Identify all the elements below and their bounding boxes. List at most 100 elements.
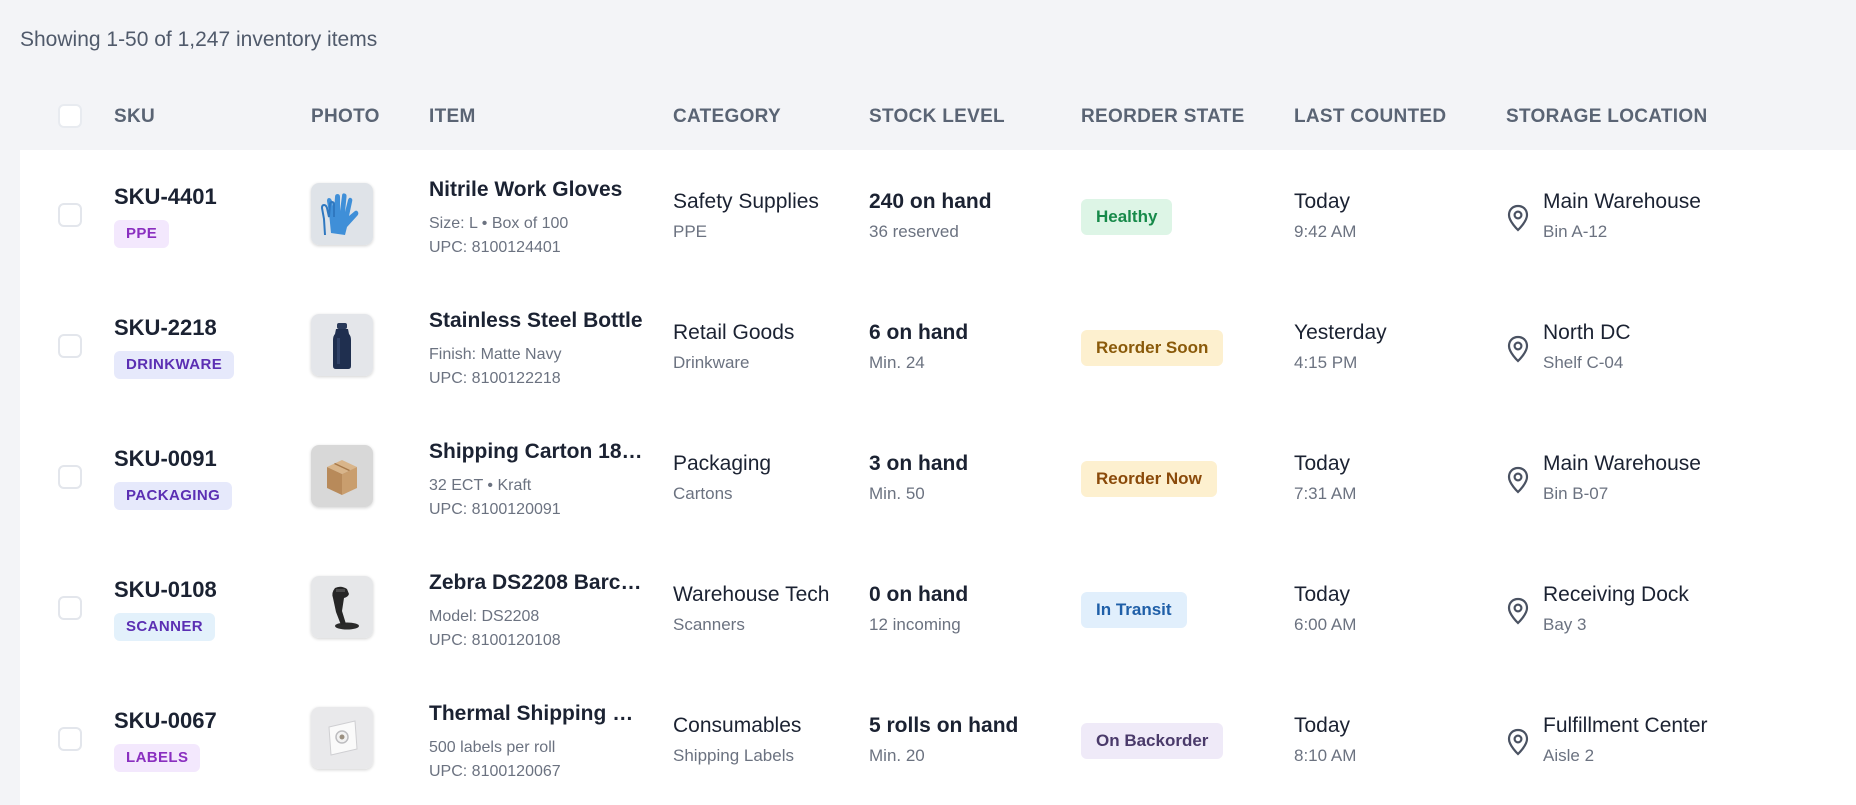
last-counted-day: Today bbox=[1294, 714, 1351, 737]
stock-on-hand: 0 on hand bbox=[869, 583, 969, 606]
last-counted-time: 9:42 AM bbox=[1294, 222, 1357, 241]
item-upc: UPC: 8100120091 bbox=[429, 501, 561, 518]
reorder-state-badge: On Backorder bbox=[1081, 723, 1224, 759]
storage-bin: Bin A-12 bbox=[1543, 222, 1608, 241]
location-pin-icon bbox=[1507, 597, 1529, 625]
storage-location[interactable]: North DC bbox=[1543, 321, 1631, 345]
select-all-checkbox[interactable] bbox=[58, 104, 82, 128]
last-counted-time: 6:00 AM bbox=[1294, 615, 1357, 634]
subcategory-name: Scanners bbox=[673, 615, 745, 634]
sku-tag: DRINKWARE bbox=[114, 351, 235, 379]
item-name[interactable]: Thermal Shipping Labels bbox=[429, 702, 644, 726]
sku-tag: SCANNER bbox=[114, 613, 215, 641]
table-row[interactable]: SKU-0108 SCANNER Zebra DS2208 Barcode Sc… bbox=[20, 543, 1856, 674]
row-checkbox[interactable] bbox=[58, 727, 82, 751]
column-header-sku[interactable]: SKU bbox=[114, 106, 155, 128]
label-roll-icon[interactable] bbox=[311, 707, 373, 769]
subcategory-name: Drinkware bbox=[673, 353, 750, 372]
scanner-icon[interactable] bbox=[311, 576, 373, 638]
table-header: SKU PHOTO ITEM CATEGORY STOCK LEVEL REOR… bbox=[20, 84, 1856, 150]
subcategory-name: PPE bbox=[673, 222, 708, 241]
reorder-state-badge: Reorder Now bbox=[1081, 461, 1217, 497]
sku-code[interactable]: SKU-0091 bbox=[114, 446, 217, 472]
row-checkbox[interactable] bbox=[58, 596, 82, 620]
item-name[interactable]: Nitrile Work Gloves bbox=[429, 178, 644, 202]
item-name[interactable]: Shipping Carton 18 × 12 × 10 bbox=[429, 440, 644, 464]
last-counted-day: Today bbox=[1294, 452, 1351, 475]
last-counted-time: 8:10 AM bbox=[1294, 746, 1357, 765]
category-name: Safety Supplies bbox=[673, 190, 819, 213]
column-header-item[interactable]: ITEM bbox=[429, 106, 476, 128]
stock-on-hand: 5 rolls on hand bbox=[869, 714, 1019, 737]
sku-code[interactable]: SKU-4401 bbox=[114, 184, 217, 210]
category-name: Packaging bbox=[673, 452, 772, 475]
location-pin-icon bbox=[1507, 204, 1529, 232]
last-counted-time: 4:15 PM bbox=[1294, 353, 1358, 372]
box-icon[interactable] bbox=[311, 445, 373, 507]
stock-detail: 12 incoming bbox=[869, 615, 961, 634]
item-variant: Model: DS2208 bbox=[429, 608, 540, 625]
gloves-icon[interactable] bbox=[311, 183, 373, 245]
item-details: 32 ECT • Kraft UPC: 8100120091 bbox=[429, 474, 561, 522]
reorder-state-badge: In Transit bbox=[1081, 592, 1187, 628]
last-counted-time: 7:31 AM bbox=[1294, 484, 1357, 503]
sku-code[interactable]: SKU-2218 bbox=[114, 315, 217, 341]
column-header-reorder-state[interactable]: REORDER STATE bbox=[1081, 106, 1245, 128]
storage-bin: Bay 3 bbox=[1543, 615, 1587, 634]
sku-code[interactable]: SKU-0067 bbox=[114, 708, 217, 734]
location-pin-icon bbox=[1507, 728, 1529, 756]
item-variant: Size: L • Box of 100 bbox=[429, 215, 569, 232]
bottle-icon[interactable] bbox=[311, 314, 373, 376]
category-name: Warehouse Tech bbox=[673, 583, 830, 606]
stock-on-hand: 3 on hand bbox=[869, 452, 969, 475]
last-counted-day: Today bbox=[1294, 583, 1351, 606]
column-header-category[interactable]: CATEGORY bbox=[673, 106, 781, 128]
table-body: SKU-4401 PPE Nitrile Work Gloves Size: L… bbox=[20, 150, 1856, 805]
row-checkbox[interactable] bbox=[58, 334, 82, 358]
location-pin-icon bbox=[1507, 466, 1529, 494]
table-row[interactable]: SKU-0091 PACKAGING Shipping Carton 18 × … bbox=[20, 412, 1856, 543]
sku-tag: PACKAGING bbox=[114, 482, 233, 510]
storage-bin: Bin B-07 bbox=[1543, 484, 1609, 503]
subcategory-name: Shipping Labels bbox=[673, 746, 794, 765]
item-name[interactable]: Stainless Steel Bottle bbox=[429, 309, 644, 333]
location-pin-icon bbox=[1507, 335, 1529, 363]
storage-location[interactable]: Receiving Dock bbox=[1543, 583, 1689, 607]
row-checkbox[interactable] bbox=[58, 203, 82, 227]
item-upc: UPC: 8100120108 bbox=[429, 632, 561, 649]
sku-code[interactable]: SKU-0108 bbox=[114, 577, 217, 603]
storage-location[interactable]: Main Warehouse bbox=[1543, 452, 1701, 476]
category-name: Retail Goods bbox=[673, 321, 795, 344]
storage-location[interactable]: Main Warehouse bbox=[1543, 190, 1701, 214]
table-row[interactable]: SKU-4401 PPE Nitrile Work Gloves Size: L… bbox=[20, 150, 1856, 281]
table-row[interactable]: SKU-0067 LABELS Thermal Shipping Labels … bbox=[20, 674, 1856, 805]
column-header-storage-location[interactable]: STORAGE LOCATION bbox=[1506, 106, 1708, 128]
item-upc: UPC: 8100124401 bbox=[429, 239, 561, 256]
item-variant: 500 labels per roll bbox=[429, 739, 556, 756]
row-checkbox[interactable] bbox=[58, 465, 82, 489]
last-counted-day: Today bbox=[1294, 190, 1351, 213]
results-summary: Showing 1-50 of 1,247 inventory items bbox=[20, 28, 378, 51]
stock-detail: Min. 20 bbox=[869, 746, 925, 765]
stock-on-hand: 6 on hand bbox=[869, 321, 969, 344]
column-header-last-counted[interactable]: LAST COUNTED bbox=[1294, 106, 1446, 128]
item-details: Model: DS2208 UPC: 8100120108 bbox=[429, 605, 561, 653]
item-details: Size: L • Box of 100 UPC: 8100124401 bbox=[429, 212, 568, 260]
stock-on-hand: 240 on hand bbox=[869, 190, 992, 213]
item-name[interactable]: Zebra DS2208 Barcode Scanner bbox=[429, 571, 644, 595]
storage-location[interactable]: Fulfillment Center bbox=[1543, 714, 1708, 738]
subcategory-name: Cartons bbox=[673, 484, 733, 503]
item-details: 500 labels per roll UPC: 8100120067 bbox=[429, 736, 561, 784]
table-row[interactable]: SKU-2218 DRINKWARE Stainless Steel Bottl… bbox=[20, 281, 1856, 412]
item-details: Finish: Matte Navy UPC: 8100122218 bbox=[429, 343, 561, 391]
item-upc: UPC: 8100122218 bbox=[429, 370, 561, 387]
item-variant: 32 ECT • Kraft bbox=[429, 477, 532, 494]
reorder-state-badge: Reorder Soon bbox=[1081, 330, 1224, 366]
reorder-state-badge: Healthy bbox=[1081, 199, 1173, 235]
column-header-photo: PHOTO bbox=[311, 106, 380, 127]
inventory-table: SKU PHOTO ITEM CATEGORY STOCK LEVEL REOR… bbox=[20, 84, 1856, 805]
stock-detail: Min. 24 bbox=[869, 353, 925, 372]
column-header-stock-level[interactable]: STOCK LEVEL bbox=[869, 106, 1005, 128]
item-variant: Finish: Matte Navy bbox=[429, 346, 562, 363]
stock-detail: Min. 50 bbox=[869, 484, 925, 503]
